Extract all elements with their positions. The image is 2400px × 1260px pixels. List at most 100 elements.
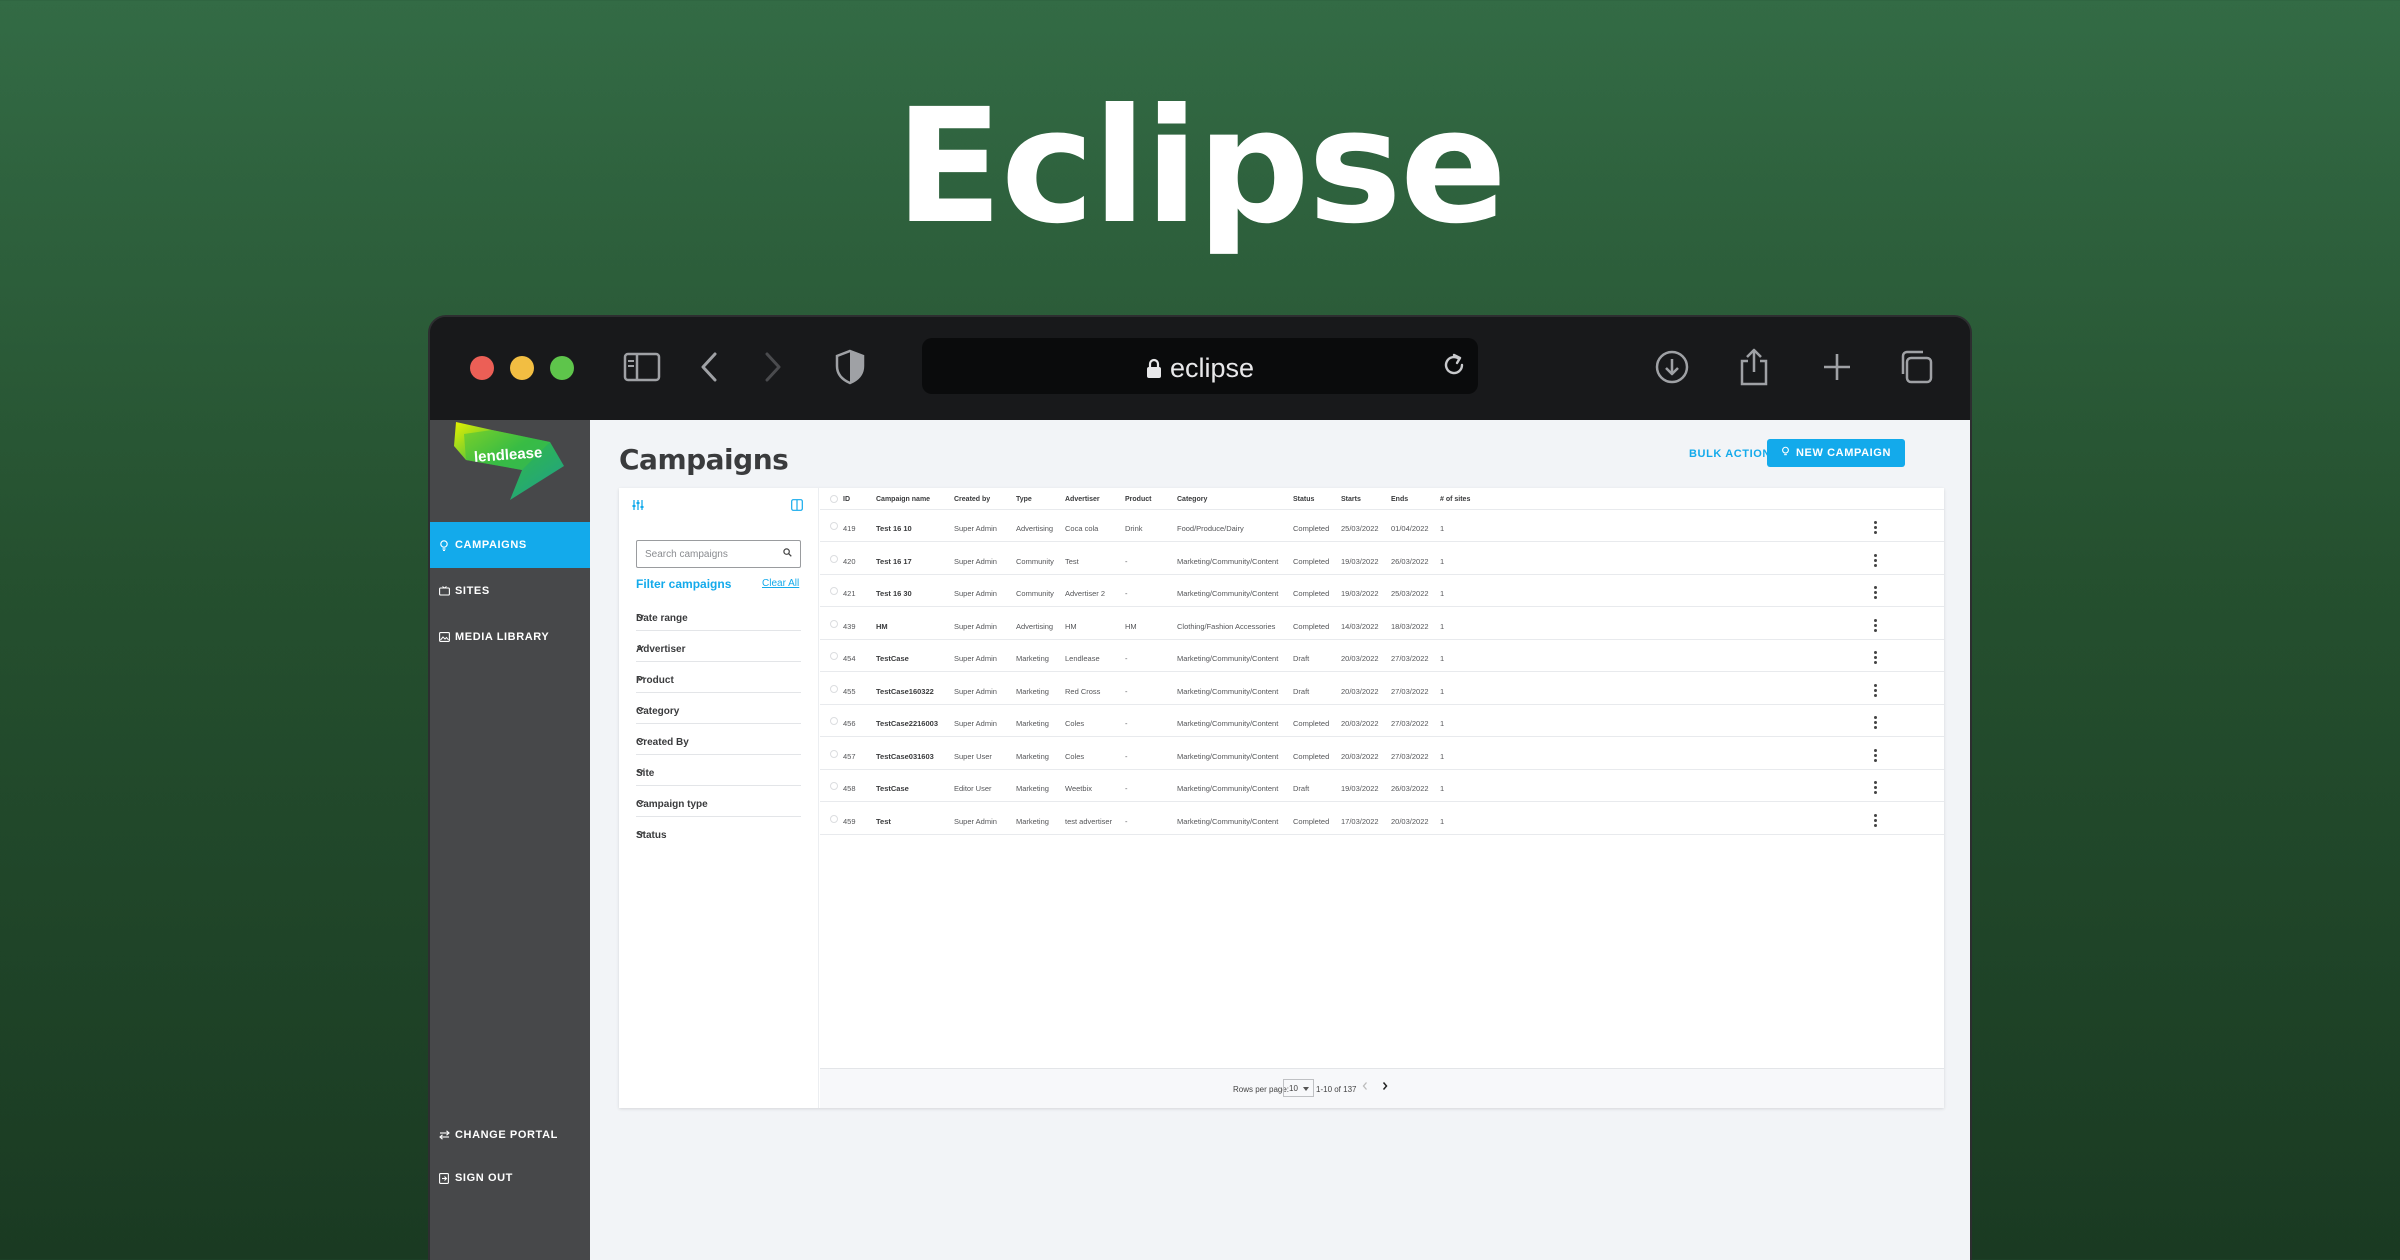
close-window-button[interactable]	[470, 356, 494, 380]
new-tab-icon[interactable]	[1816, 346, 1858, 388]
minimize-window-button[interactable]	[510, 356, 534, 380]
download-icon[interactable]	[1651, 346, 1693, 388]
column-header[interactable]: Campaign name	[876, 496, 930, 503]
filter-product[interactable]: Product	[636, 662, 801, 693]
back-icon[interactable]	[688, 346, 730, 388]
row-menu-icon[interactable]	[1874, 716, 1877, 729]
filter-campaign-type[interactable]: Campaign type	[636, 786, 801, 817]
column-header[interactable]: ID	[843, 496, 850, 503]
table-cell: HM	[1125, 621, 1137, 631]
filter-status[interactable]: Status	[636, 817, 801, 848]
tabs-overview-icon[interactable]	[1895, 346, 1937, 388]
select-all-checkbox[interactable]	[830, 495, 838, 503]
table-cell: Super Admin	[954, 816, 997, 826]
table-cell: -	[1125, 654, 1128, 663]
row-menu-icon[interactable]	[1874, 553, 1877, 567]
table-row[interactable]: 420 Test 16 17 Super Admin Community Test - Ma…	[820, 543, 1944, 575]
change-portal-button[interactable]: CHANGE PORTAL	[430, 1112, 590, 1158]
filter-created-by[interactable]: Created By	[636, 724, 801, 755]
table-cell: 1	[1440, 719, 1445, 728]
column-header[interactable]: Status	[1293, 496, 1314, 503]
row-checkbox[interactable]	[830, 782, 838, 790]
new-campaign-button[interactable]: NEW CAMPAIGN	[1767, 439, 1905, 467]
shield-icon[interactable]	[829, 346, 871, 388]
table-cell: 14/03/2022	[1341, 621, 1379, 631]
rows-per-page-value: 10	[1289, 1084, 1298, 1093]
filter-category[interactable]: Category	[636, 693, 801, 724]
new-campaign-label: NEW CAMPAIGN	[1796, 447, 1891, 459]
clear-all-link[interactable]: Clear All	[762, 578, 799, 589]
column-header[interactable]: Starts	[1341, 496, 1361, 503]
row-menu-icon[interactable]	[1874, 651, 1877, 664]
column-header[interactable]: Type	[1016, 496, 1032, 503]
row-checkbox[interactable]	[830, 522, 838, 530]
row-checkbox[interactable]	[830, 717, 838, 725]
previous-page-icon[interactable]	[1361, 1081, 1369, 1093]
table-cell: 419	[843, 524, 856, 533]
table-cell: Super Admin	[954, 589, 997, 598]
row-menu-icon[interactable]	[1874, 618, 1877, 632]
column-header[interactable]: Created by	[954, 496, 990, 503]
row-menu-icon[interactable]	[1874, 683, 1877, 697]
table-cell: Completed	[1293, 524, 1330, 533]
table-row[interactable]: 457 TestCase031603 Super User Marketing Cole…	[820, 738, 1944, 770]
row-menu-icon[interactable]	[1874, 748, 1877, 762]
reload-icon[interactable]	[1440, 351, 1468, 384]
column-header[interactable]: Category	[1177, 496, 1207, 503]
table-cell: Advertising	[1016, 621, 1054, 631]
table-cell: 25/03/2022	[1341, 524, 1379, 533]
table-row[interactable]: 458 TestCase Editor User Marketing Weetbix - M…	[820, 770, 1944, 802]
sidebar-item-campaigns[interactable]: CAMPAIGNS	[430, 522, 590, 568]
sign-out-button[interactable]: SIGN OUT	[430, 1155, 590, 1201]
row-checkbox[interactable]	[830, 684, 838, 693]
row-menu-icon[interactable]	[1874, 586, 1877, 599]
sign-out-label: SIGN OUT	[455, 1172, 513, 1184]
row-checkbox[interactable]	[830, 749, 838, 758]
filter-advertiser[interactable]: Advertiser	[636, 631, 801, 662]
table-row[interactable]: 459 Test Super Admin Marketing test advertis…	[820, 803, 1944, 835]
table-row[interactable]: 419 Test 16 10 Super Admin Advertising Coca …	[820, 510, 1944, 542]
table-cell: 455	[843, 686, 856, 696]
share-icon[interactable]	[1733, 346, 1775, 388]
column-header[interactable]: Advertiser	[1065, 496, 1100, 503]
row-menu-icon[interactable]	[1874, 781, 1877, 794]
maximize-window-button[interactable]	[550, 356, 574, 380]
table-cell: HM	[1065, 621, 1077, 631]
column-header[interactable]: Product	[1125, 496, 1151, 503]
table-row[interactable]: 421 Test 16 30 Super Admin Community Adverti…	[820, 575, 1944, 607]
row-checkbox[interactable]	[830, 652, 838, 660]
filter-site[interactable]: Site	[636, 755, 801, 786]
table-cell: Marketing/Community/Content	[1177, 816, 1279, 826]
collapse-panel-icon[interactable]	[791, 498, 803, 516]
next-page-icon[interactable]	[1381, 1081, 1389, 1093]
table-cell: 19/03/2022	[1341, 784, 1379, 793]
address-bar[interactable]: eclipse	[922, 338, 1478, 394]
filter-sliders-icon[interactable]	[632, 498, 644, 516]
row-checkbox[interactable]	[830, 619, 838, 628]
row-checkbox[interactable]	[830, 554, 838, 563]
sidebar-toggle-icon[interactable]	[621, 346, 663, 388]
column-header[interactable]: # of sites	[1440, 496, 1470, 503]
row-menu-icon[interactable]	[1874, 521, 1877, 534]
table-cell: 26/03/2022	[1391, 556, 1429, 566]
caret-down-icon	[1300, 1084, 1310, 1093]
rows-per-page-select[interactable]: 10	[1283, 1079, 1314, 1097]
row-checkbox[interactable]	[830, 814, 838, 823]
column-header[interactable]: Ends	[1391, 496, 1408, 503]
table-row[interactable]: 454 TestCase Super Admin Marketing Lendlease…	[820, 640, 1944, 672]
row-menu-icon[interactable]	[1874, 813, 1877, 827]
lendlease-logo[interactable]: lendlease	[452, 420, 568, 506]
sidebar-item-sites[interactable]: SITES	[430, 568, 590, 614]
table-cell: Editor User	[954, 784, 992, 793]
table-row[interactable]: 456 TestCase2216003 Super Admin Marketing Co…	[820, 705, 1944, 737]
forward-icon[interactable]	[752, 346, 794, 388]
table-row[interactable]: 455 TestCase160322 Super Admin Marketing Red…	[820, 673, 1944, 705]
browser-window: eclipse lendlease CAMPAIGNS SITES MEDIA …	[428, 315, 1972, 1260]
table-row[interactable]: 439 HM Super Admin Advertising HM HM Clothing/…	[820, 608, 1944, 640]
search-input[interactable]: Search campaigns	[636, 540, 801, 568]
table-cell: 18/03/2022	[1391, 621, 1429, 631]
table-cell: 439	[843, 621, 856, 631]
row-checkbox[interactable]	[830, 587, 838, 595]
filter-date-range[interactable]: Date range	[636, 600, 801, 631]
sidebar-item-media-library[interactable]: MEDIA LIBRARY	[430, 614, 590, 660]
